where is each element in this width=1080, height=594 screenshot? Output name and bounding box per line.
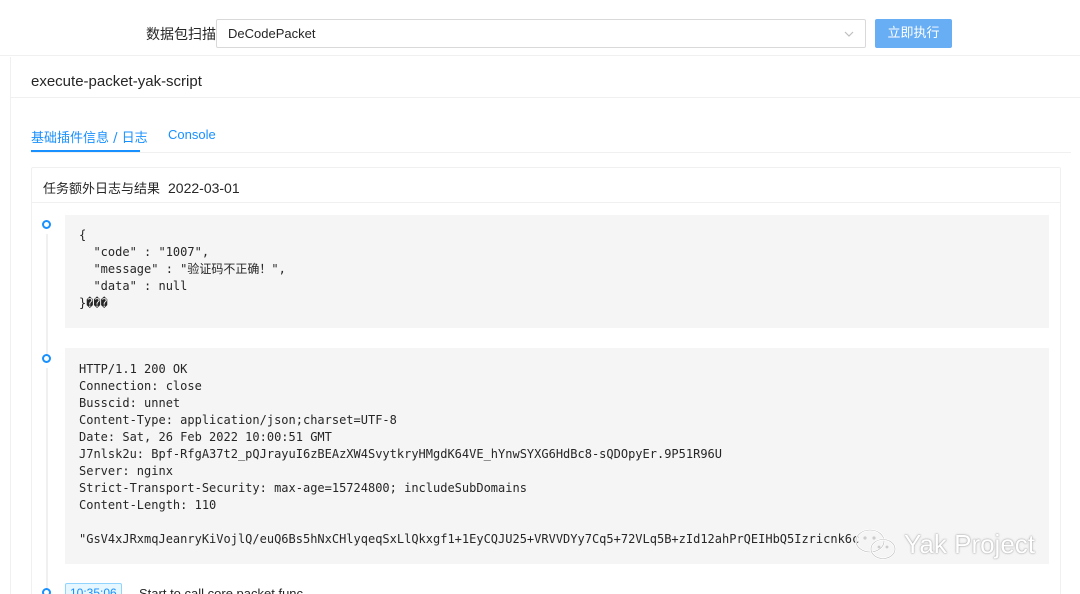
timeline-line <box>46 368 48 593</box>
card-divider <box>32 202 1060 203</box>
timeline-dot <box>42 354 51 363</box>
chevron-down-icon <box>844 31 854 37</box>
wechat-icon <box>855 529 896 560</box>
plugin-select[interactable]: DeCodePacket <box>216 19 866 48</box>
tab-plugin-info-log[interactable]: 基础插件信息 / 日志 <box>31 127 148 152</box>
panel-header: execute-packet-yak-script <box>11 57 1080 98</box>
panel-title: execute-packet-yak-script <box>31 73 202 90</box>
watermark-text: Yak Project <box>904 529 1036 559</box>
code-block: { "code" : "1007", "message" : "验证码不正确！"… <box>65 215 1049 328</box>
scan-label: 数据包扫描 <box>146 27 216 43</box>
card-date: 2022-03-01 <box>168 180 240 196</box>
timeline-dot <box>42 220 51 229</box>
log-message: Start to call core packet func <box>139 586 304 594</box>
timeline-line <box>46 234 48 359</box>
card-title: 任务额外日志与结果 2022-03-01 <box>43 178 240 197</box>
top-toolbar: 数据包扫描 DeCodePacket 立即执行 <box>0 0 1080 56</box>
watermark: Yak Project <box>852 525 1052 565</box>
run-now-button[interactable]: 立即执行 <box>875 19 952 48</box>
timeline-dot <box>42 588 51 594</box>
tab-active-indicator <box>31 150 140 152</box>
result-panel: execute-packet-yak-script 基础插件信息 / 日志 Co… <box>10 57 1080 594</box>
log-time-badge: 10:35:06 <box>65 583 122 594</box>
tab-bar: 基础插件信息 / 日志 Console <box>31 127 1071 153</box>
card-title-text: 任务额外日志与结果 <box>43 182 161 197</box>
plugin-select-value: DeCodePacket <box>228 26 316 41</box>
tab-label: 基础插件信息 / 日志 <box>31 131 148 146</box>
tab-label: Console <box>168 127 216 142</box>
tab-console[interactable]: Console <box>168 127 216 142</box>
